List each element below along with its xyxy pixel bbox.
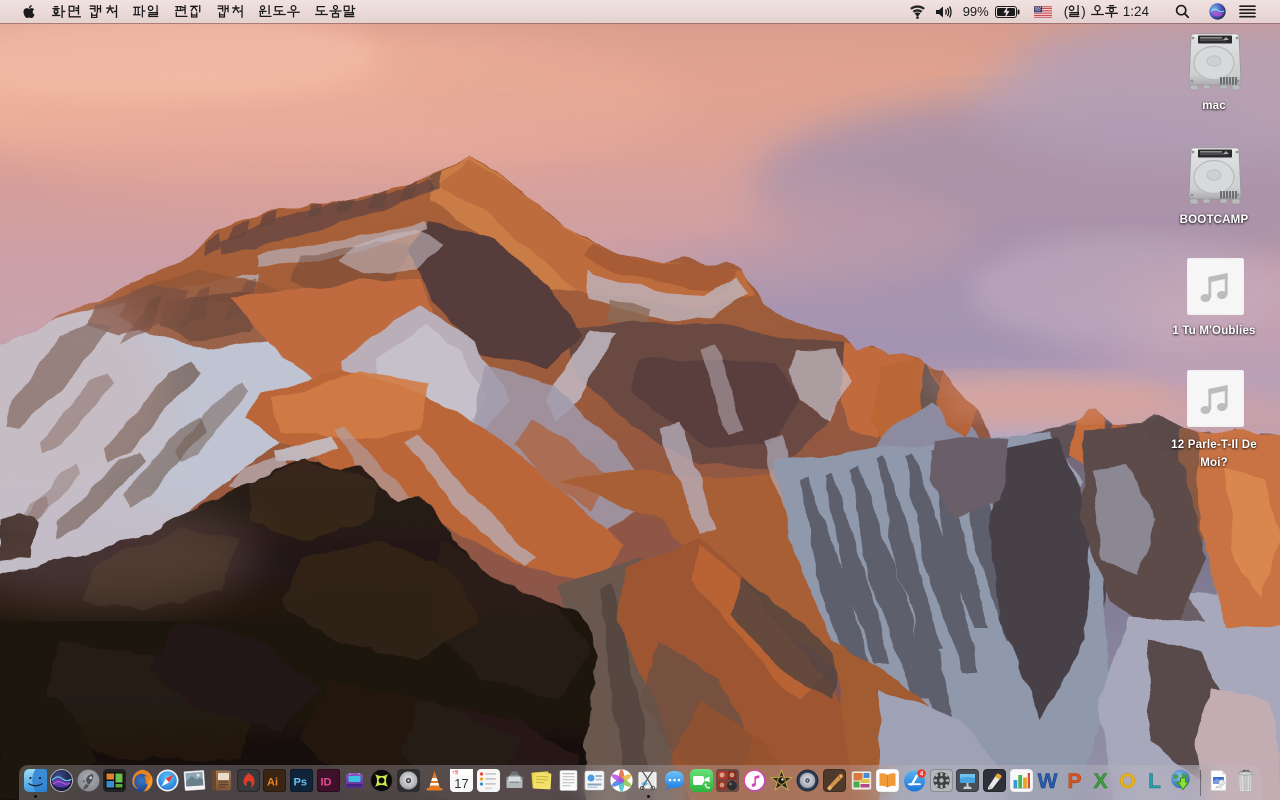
svg-text:X: X <box>1093 770 1107 793</box>
svg-text:7월: 7월 <box>452 769 459 776</box>
svg-text:ID: ID <box>321 777 332 789</box>
svg-text:Ps: Ps <box>294 777 307 789</box>
svg-text:JPG: JPG <box>1215 786 1222 790</box>
svg-text:O: O <box>1119 770 1135 793</box>
svg-text:17: 17 <box>454 776 468 791</box>
svg-text:P: P <box>1067 770 1081 793</box>
svg-text:4: 4 <box>920 771 924 778</box>
svg-text:L: L <box>1148 770 1161 793</box>
svg-text:Ai: Ai <box>267 777 278 789</box>
svg-text:W: W <box>1038 770 1058 793</box>
